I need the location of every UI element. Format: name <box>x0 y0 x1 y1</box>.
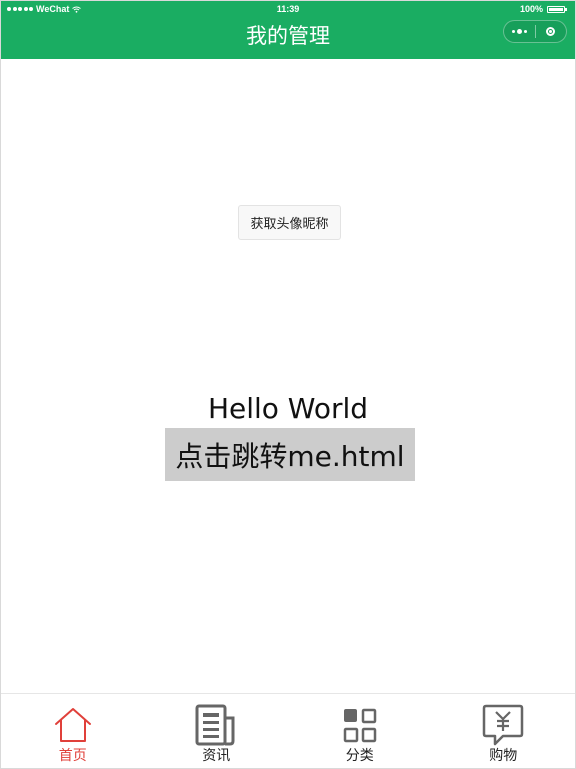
home-icon <box>51 703 95 747</box>
tab-home-label: 首页 <box>58 748 87 764</box>
mini-program-capsule <box>503 20 567 43</box>
shopping-icon <box>481 703 525 747</box>
tab-home[interactable]: 首页 <box>1 694 145 768</box>
tab-news-label: 资讯 <box>202 748 231 764</box>
category-icon <box>338 703 382 747</box>
tab-bar: 首页 资讯 分类 购物 <box>1 693 576 768</box>
get-avatar-nickname-button[interactable]: 获取头像昵称 <box>238 205 341 240</box>
tab-category-label: 分类 <box>345 748 374 764</box>
status-time: 11:39 <box>276 4 300 14</box>
hello-text: Hello World <box>207 392 369 425</box>
top-bar: WeChat 11:39 100% 我的管理 <box>1 1 575 59</box>
tab-category[interactable]: 分类 <box>288 694 432 768</box>
battery-icon <box>547 5 567 13</box>
status-right: 100% <box>519 1 567 17</box>
news-icon <box>194 703 238 747</box>
tab-shopping[interactable]: 购物 <box>432 694 576 768</box>
tab-news[interactable]: 资讯 <box>145 694 289 768</box>
tab-shopping-label: 购物 <box>489 748 518 764</box>
app-frame: WeChat 11:39 100% 我的管理 获取头像昵称 Hello Worl… <box>0 0 576 769</box>
jump-to-me-link[interactable]: 点击跳转me.html <box>165 428 415 481</box>
close-mini-program-icon[interactable] <box>536 21 567 42</box>
more-menu-icon[interactable] <box>504 21 535 42</box>
status-bar: WeChat 11:39 100% <box>1 1 575 17</box>
page-title: 我的管理 <box>246 24 330 48</box>
battery-percent: 100% <box>519 4 543 14</box>
